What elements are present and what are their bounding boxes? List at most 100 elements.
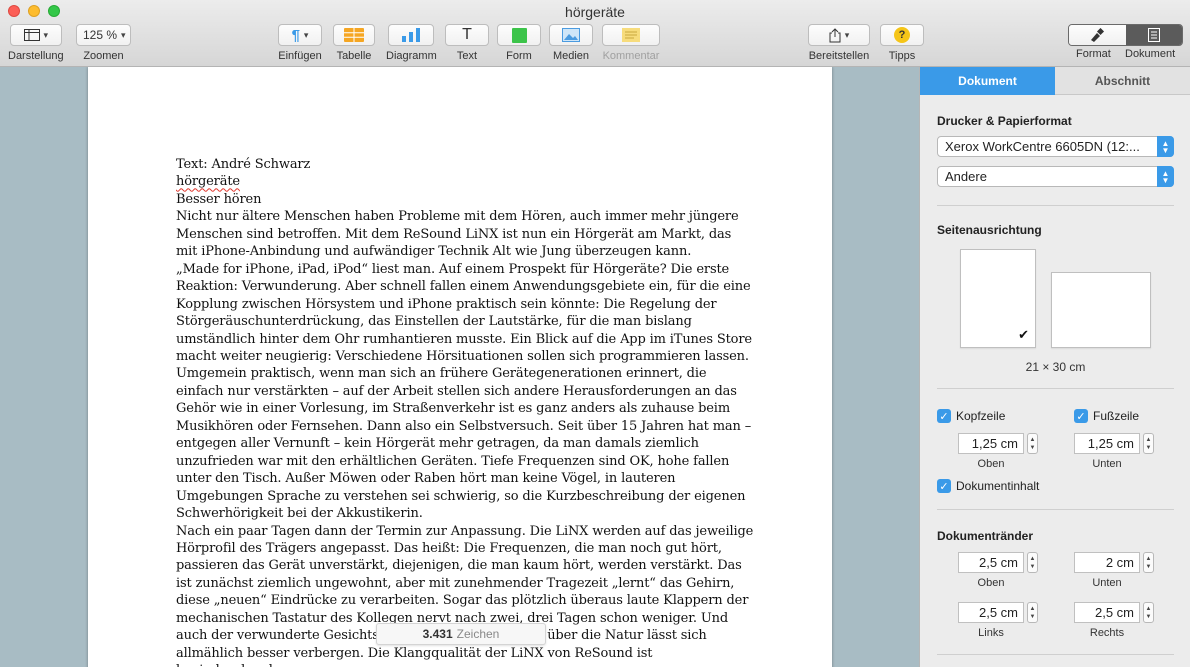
- stepper-arrows-icon[interactable]: ▲ ▼: [1143, 552, 1154, 573]
- document-body[interactable]: Text: André Schwarz hörgeräte Besser hör…: [176, 156, 756, 667]
- document-body-checkbox[interactable]: ✓ Dokumentinhalt: [937, 479, 1039, 493]
- share-tool[interactable]: ▾ Bereitstellen: [808, 24, 870, 62]
- shape-tool[interactable]: Form: [497, 24, 541, 62]
- margins-section-title: Dokumentränder: [937, 529, 1034, 543]
- divider: [937, 388, 1174, 389]
- table-icon: [344, 28, 364, 42]
- document-body-label: Dokumentinhalt: [956, 479, 1040, 493]
- inspector-toggle[interactable]: [1068, 24, 1183, 46]
- zoom-tool[interactable]: 125 % ▾ Zoomen: [76, 24, 131, 62]
- shape-label: Form: [506, 50, 532, 62]
- tips-button[interactable]: ?: [880, 24, 924, 46]
- margin-right-stepper[interactable]: 2,5 cm ▲ ▼: [1074, 602, 1154, 623]
- margin-top-stepper[interactable]: 2,5 cm ▲ ▼: [958, 552, 1038, 573]
- printer-section-title: Drucker & Papierformat: [937, 114, 1072, 128]
- paintbrush-icon: [1091, 28, 1105, 42]
- insert-tool[interactable]: ¶ ▾ Einfügen: [278, 24, 322, 62]
- text-button[interactable]: T: [445, 24, 489, 46]
- zoom-select[interactable]: 125 % ▾: [76, 24, 131, 46]
- view-label: Darstellung: [8, 50, 64, 62]
- author-line: Text: André Schwarz: [176, 157, 311, 172]
- document-page[interactable]: Text: André Schwarz hörgeräte Besser hör…: [88, 67, 832, 667]
- stepper-arrows-icon[interactable]: ▲ ▼: [1143, 433, 1154, 454]
- header-height-field[interactable]: 1,25 cm: [958, 433, 1024, 454]
- orientation-section-title: Seitenausrichtung: [937, 223, 1042, 237]
- misspelled-word[interactable]: hörgeräte: [176, 174, 240, 189]
- help-icon: ?: [894, 27, 910, 43]
- table-tool[interactable]: Tabelle: [333, 24, 375, 62]
- landscape-option[interactable]: [1051, 272, 1151, 348]
- stepper-arrows-icon[interactable]: ▲ ▼: [1143, 602, 1154, 623]
- chart-label: Diagramm: [386, 50, 437, 62]
- printer-select[interactable]: Xerox WorkCentre 6605DN (12:... ▲ ▼: [937, 136, 1174, 157]
- margin-bottom-stepper[interactable]: 2 cm ▲ ▼: [1074, 552, 1154, 573]
- chevron-down-icon: ▾: [844, 29, 850, 40]
- char-count-label: Zeichen: [456, 627, 500, 641]
- comment-tool[interactable]: Kommentar: [602, 24, 660, 62]
- checkmark-icon: ✔: [1018, 327, 1029, 342]
- comment-button[interactable]: [602, 24, 660, 46]
- paragraph-icon: ¶: [291, 26, 300, 44]
- document-icon: [1147, 28, 1160, 42]
- header-height-caption: Oben: [977, 458, 1005, 470]
- char-count-value: 3.431: [422, 627, 453, 641]
- divider: [937, 654, 1174, 655]
- margin-bottom-field[interactable]: 2 cm: [1074, 552, 1140, 573]
- table-button[interactable]: [333, 24, 375, 46]
- chevron-down-icon: ▾: [303, 29, 309, 40]
- stepper-arrows-icon[interactable]: ▲ ▼: [1027, 552, 1038, 573]
- shape-button[interactable]: [497, 24, 541, 46]
- tips-tool[interactable]: ? Tipps: [880, 24, 924, 62]
- tab-section[interactable]: Abschnitt: [1055, 67, 1190, 95]
- footer-height-field[interactable]: 1,25 cm: [1074, 433, 1140, 454]
- paper-size-select[interactable]: Andere ▲ ▼: [937, 166, 1174, 187]
- header-checkbox[interactable]: ✓ Kopfzeile: [937, 409, 1005, 423]
- document-paragraph: „Made for iPhone, iPad, iPod“ liest man.…: [176, 261, 752, 522]
- media-button[interactable]: [549, 24, 593, 46]
- document-paragraph: Nicht nur ältere Menschen haben Probleme…: [176, 209, 739, 260]
- tab-document[interactable]: Dokument: [920, 67, 1055, 95]
- checkbox-check-icon: ✓: [1074, 409, 1088, 423]
- stepper-arrows-icon[interactable]: ▲ ▼: [1027, 602, 1038, 623]
- document-inspector-button[interactable]: [1125, 25, 1182, 45]
- sidebar-layout-icon: [23, 29, 40, 41]
- header-checkbox-label: Kopfzeile: [956, 409, 1006, 423]
- format-inspector-button[interactable]: [1069, 25, 1126, 45]
- view-button[interactable]: ▾: [9, 24, 62, 46]
- document-heading: hörgeräte: [176, 173, 756, 190]
- view-tool[interactable]: ▾ Darstellung: [8, 24, 64, 62]
- stepper-arrows-icon[interactable]: ▲ ▼: [1027, 433, 1038, 454]
- word-count-badge[interactable]: 3.431 Zeichen: [376, 623, 546, 645]
- footer-checkbox[interactable]: ✓ Fußzeile: [1074, 409, 1139, 423]
- footer-height-caption: Unten: [1092, 458, 1122, 470]
- printer-value: Xerox WorkCentre 6605DN (12:...: [945, 139, 1140, 154]
- zoom-label: Zoomen: [83, 50, 124, 62]
- margin-top-field[interactable]: 2,5 cm: [958, 552, 1024, 573]
- insert-label: Einfügen: [278, 50, 322, 62]
- chart-button[interactable]: [388, 24, 435, 46]
- document-inspector: Dokument Abschnitt Drucker & Papierforma…: [919, 67, 1190, 667]
- insert-button[interactable]: ¶ ▾: [278, 24, 322, 46]
- zoom-value: 125 %: [83, 28, 118, 42]
- media-tool[interactable]: Medien: [549, 24, 593, 62]
- margin-top-caption: Oben: [977, 577, 1005, 589]
- share-button[interactable]: ▾: [808, 24, 870, 46]
- share-icon: [829, 27, 841, 42]
- footer-height-stepper[interactable]: 1,25 cm ▲ ▼: [1074, 433, 1154, 454]
- divider: [937, 509, 1174, 510]
- divider: [937, 205, 1174, 206]
- inspector-tabs: Dokument Abschnitt: [920, 67, 1190, 95]
- tips-label: Tipps: [888, 50, 916, 62]
- margin-left-field[interactable]: 2,5 cm: [958, 602, 1024, 623]
- header-height-stepper[interactable]: 1,25 cm ▲ ▼: [958, 433, 1038, 454]
- chart-tool[interactable]: Diagramm: [386, 24, 437, 62]
- document-canvas[interactable]: Text: André Schwarz hörgeräte Besser hör…: [0, 67, 919, 667]
- margin-right-field[interactable]: 2,5 cm: [1074, 602, 1140, 623]
- table-label: Tabelle: [336, 50, 372, 62]
- document-subheading: Besser hören: [176, 191, 262, 207]
- text-tool[interactable]: T Text: [445, 24, 489, 62]
- portrait-option[interactable]: ✔: [960, 249, 1036, 348]
- margin-left-stepper[interactable]: 2,5 cm ▲ ▼: [958, 602, 1038, 623]
- comment-icon: [622, 28, 640, 42]
- updown-arrows-icon: ▲ ▼: [1157, 136, 1174, 157]
